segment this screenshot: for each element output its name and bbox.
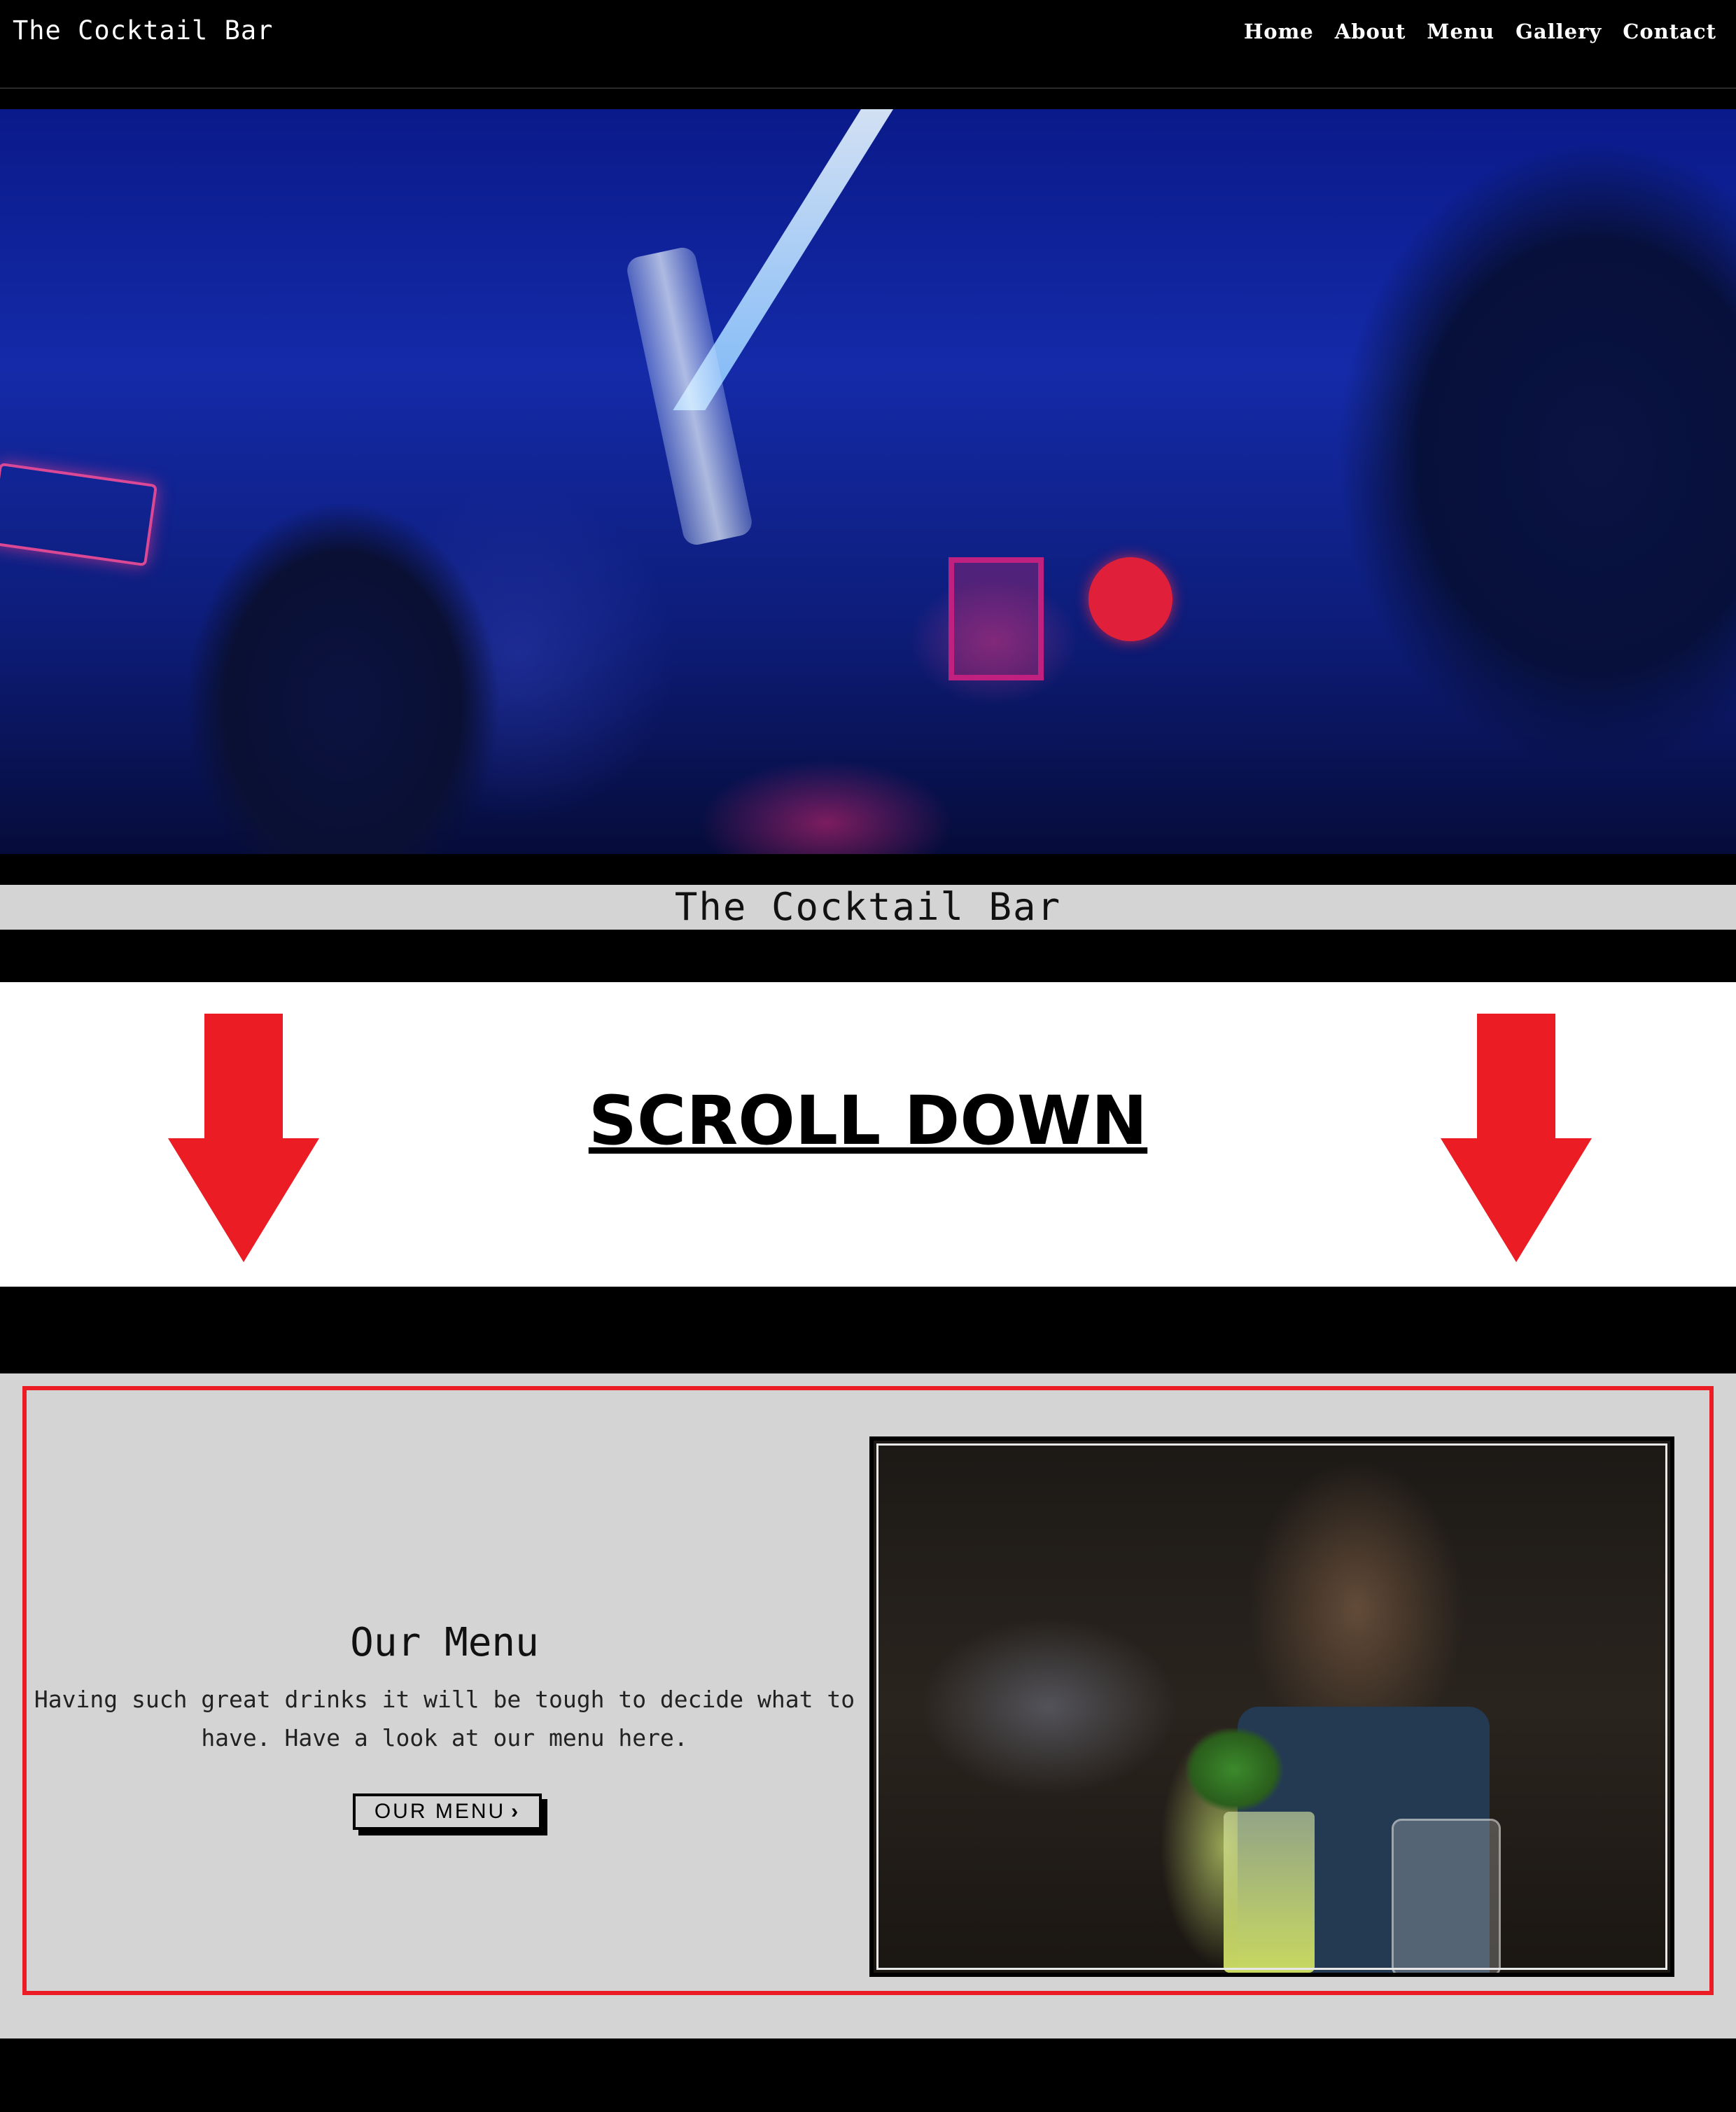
our-menu-section: Our Menu Having such great drinks it wil… xyxy=(0,1373,1736,2038)
title-banner: The Cocktail Bar xyxy=(0,885,1736,930)
menu-description: Having such great drinks it will be toug… xyxy=(34,1686,855,1751)
nav-link-home[interactable]: Home xyxy=(1244,20,1314,43)
customer-silhouette xyxy=(1155,109,1736,854)
red-round-sign xyxy=(1088,557,1172,641)
scroll-down-annotation: SCROLL DOWN xyxy=(0,982,1736,1287)
chevron-right-icon: › xyxy=(511,1800,521,1823)
menu-title: Our Menu xyxy=(350,1620,539,1665)
banner-title: The Cocktail Bar xyxy=(674,885,1062,929)
menu-image xyxy=(869,1436,1674,1977)
bartender-silhouette xyxy=(147,410,539,854)
image-frame xyxy=(876,1443,1667,1970)
hero-image xyxy=(0,109,1736,854)
nav-link-contact[interactable]: Contact xyxy=(1623,20,1716,43)
nav-link-about[interactable]: About xyxy=(1335,20,1406,43)
nav-link-gallery[interactable]: Gallery xyxy=(1516,20,1602,43)
wall-frame xyxy=(948,557,1044,680)
nav-links: Home About Menu Gallery Contact xyxy=(1244,20,1716,43)
top-navbar: The Cocktail Bar Home About Menu Gallery… xyxy=(0,0,1736,89)
site-brand[interactable]: The Cocktail Bar xyxy=(13,15,273,46)
our-menu-button-label: OUR MENU xyxy=(374,1800,506,1823)
our-menu-button[interactable]: OUR MENU › xyxy=(353,1793,542,1830)
down-arrow-icon xyxy=(1441,1014,1592,1262)
nav-link-menu[interactable]: Menu xyxy=(1427,20,1494,43)
bottle xyxy=(624,245,755,547)
neon-sign xyxy=(0,462,158,567)
